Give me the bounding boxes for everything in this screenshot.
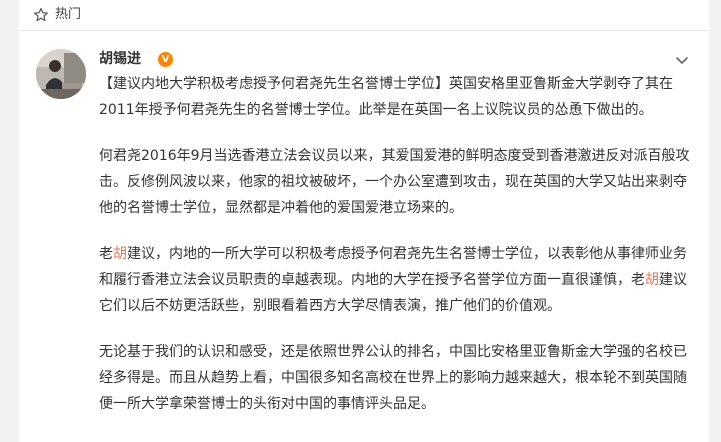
post-paragraph-3: 老胡建议，内地的一所大学可以积极考虑授予何君尧先生名誉博士学位，以表彰他从事律师…	[99, 241, 699, 319]
post-paragraph-1: 【建议内地大学积极考虑授予何君尧先生名誉博士学位】英国安格里亚鲁斯金大学剥夺了其…	[99, 71, 699, 123]
avatar-photo	[36, 49, 86, 99]
hot-label: 热门	[55, 7, 82, 22]
highlight-keyword: 胡	[645, 272, 659, 288]
avatar[interactable]	[36, 49, 86, 99]
paragraph-3-text-a: 老	[99, 246, 113, 262]
hot-section-header: 热门	[19, 0, 709, 31]
weibo-post-card: 热门 胡锡进 V 【建议内地大学积极考虑授予何君尧先生名誉博士学位】英国安格里亚…	[19, 0, 709, 442]
chevron-down-icon[interactable]	[674, 52, 690, 68]
star-outline-icon	[34, 8, 48, 22]
verified-badge: V	[158, 52, 173, 67]
post-content: 【建议内地大学积极考虑授予何君尧先生名誉博士学位】英国安格里亚鲁斯金大学剥夺了其…	[99, 71, 699, 437]
post-paragraph-4: 无论基于我们的认识和感受，还是依照世界公认的排名，中国比安格里亚鲁斯金大学强的名…	[99, 344, 687, 412]
topic-link[interactable]: 【建议内地大学积极考虑授予何君尧先生名誉博士学位】	[99, 76, 449, 92]
author-name[interactable]: 胡锡进	[99, 49, 141, 69]
paragraph-3-text-b: 建议，内地的一所大学可以积极考虑授予何君尧先生名誉博士学位，以表彰他从事律师业务…	[99, 246, 687, 288]
highlight-keyword: 胡	[113, 246, 127, 262]
post-paragraph-2: 何君尧2016年9月当选香港立法会议员以来，其爱国爱港的鲜明态度受到香港激进反对…	[99, 148, 690, 216]
